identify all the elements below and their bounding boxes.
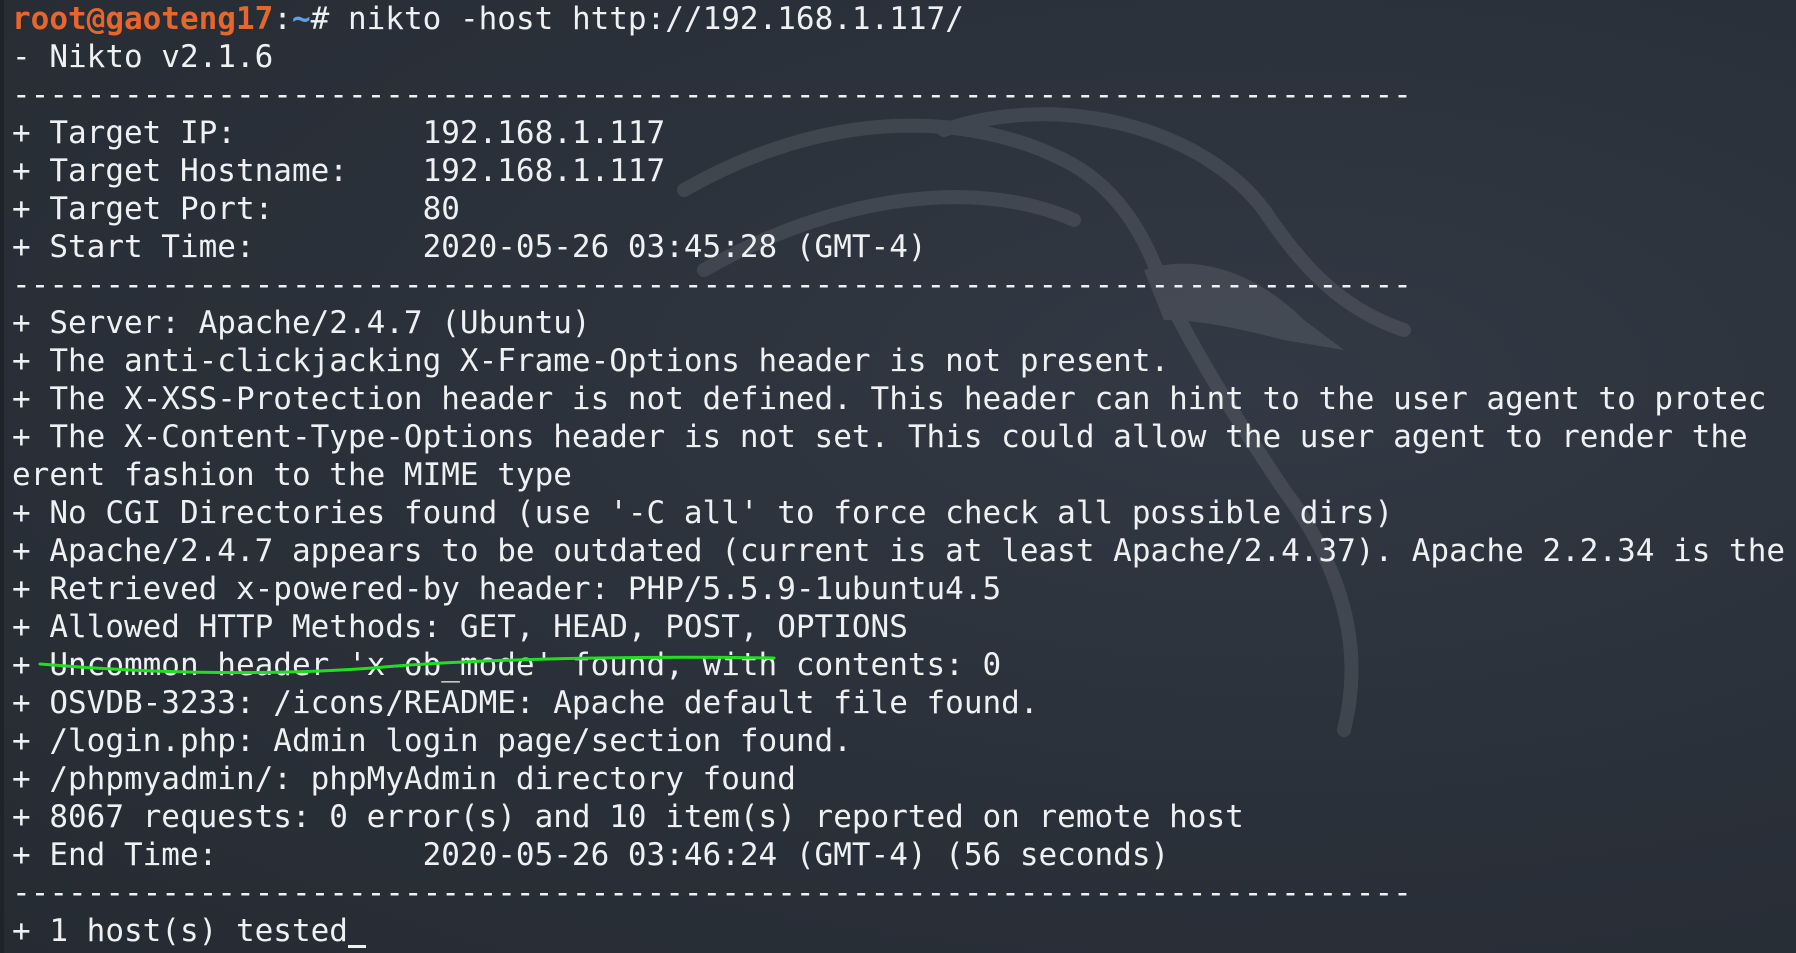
output-line: + End Time: 2020-05-26 03:46:24 (GMT-4) … — [12, 837, 1170, 873]
final-line: + 1 host(s) tested — [12, 912, 1785, 950]
output-line: + /phpmyadmin/: phpMyAdmin directory fou… — [12, 761, 796, 797]
output-line: + Target IP: 192.168.1.117 — [12, 115, 666, 151]
separator-line: ----------------------------------------… — [12, 875, 1412, 911]
output-line: + Server: Apache/2.4.7 (Ubuntu) — [12, 305, 591, 341]
final-line-text: + 1 host(s) tested — [12, 913, 348, 949]
output-line: + Apache/2.4.7 appears to be outdated (c… — [12, 533, 1786, 569]
prompt-user-host: root@gaoteng17 — [12, 1, 274, 37]
command-text: nikto -host http://192.168.1.117/ — [329, 1, 964, 37]
output-line: + Allowed HTTP Methods: GET, HEAD, POST,… — [12, 609, 908, 645]
output-line: + No CGI Directories found (use '-C all'… — [12, 495, 1394, 531]
output-line: + OSVDB-3233: /icons/README: Apache defa… — [12, 685, 1039, 721]
output-line: + Retrieved x-powered-by header: PHP/5.5… — [12, 571, 1002, 607]
output-line: + The anti-clickjacking X-Frame-Options … — [12, 343, 1170, 379]
command-line: root@gaoteng17:~# nikto -host http://192… — [12, 0, 1785, 38]
highlighted-output-line: + /login.php: Admin login page/section f… — [12, 723, 852, 759]
output-line: + Target Port: 80 — [12, 191, 460, 227]
output-line: + The X-Content-Type-Options header is n… — [12, 419, 1767, 455]
prompt-path: ~ — [291, 1, 311, 37]
prompt-separator: : — [273, 1, 292, 37]
output-line: + Start Time: 2020-05-26 03:45:28 (GMT-4… — [12, 229, 927, 265]
separator-line: ----------------------------------------… — [12, 267, 1412, 303]
terminal-window[interactable]: root@gaoteng17:~# nikto -host http://192… — [0, 0, 1796, 953]
output-line: erent fashion to the MIME type — [12, 457, 572, 493]
output-line: + 8067 requests: 0 error(s) and 10 item(… — [12, 799, 1244, 835]
output-line: + Target Hostname: 192.168.1.117 — [12, 153, 666, 189]
output-line: + The X-XSS-Protection header is not def… — [12, 381, 1767, 417]
prompt-symbol: # — [310, 1, 330, 37]
output-line: - Nikto v2.1.6 — [12, 39, 274, 75]
terminal-output: root@gaoteng17:~# nikto -host http://192… — [12, 0, 1785, 950]
text-cursor — [347, 945, 366, 948]
separator-line: ----------------------------------------… — [12, 77, 1412, 113]
output-line: + Uncommon header 'x-ob_mode' found, wit… — [12, 647, 1002, 683]
